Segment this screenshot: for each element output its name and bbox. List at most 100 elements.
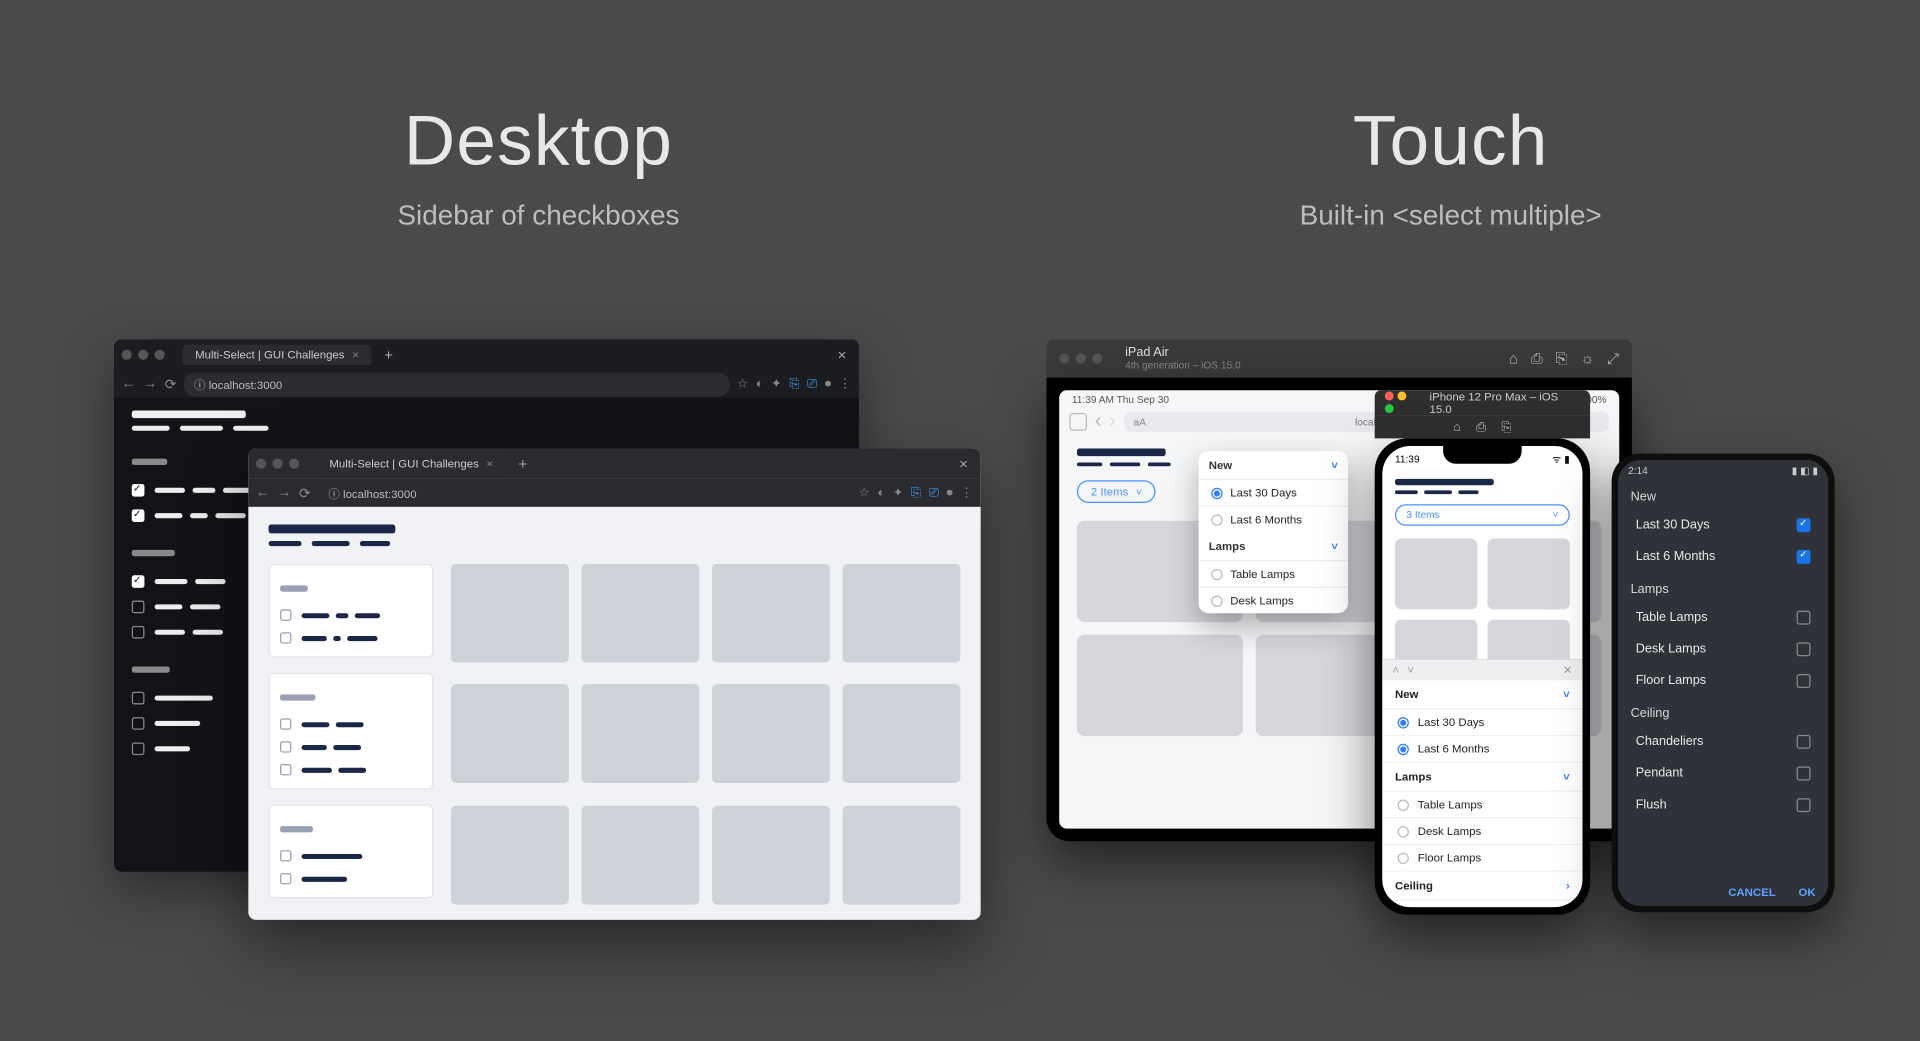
sheet-option[interactable]: Table Lamps [1382, 792, 1582, 819]
android-option[interactable]: Pendant [1618, 758, 1828, 790]
sim-share-icon[interactable]: ⎘ [1501, 420, 1511, 434]
product-card[interactable] [582, 805, 700, 904]
window-close-icon[interactable]: × [832, 346, 851, 364]
tab-close-icon[interactable]: × [352, 348, 359, 361]
traffic-lights[interactable] [122, 350, 165, 360]
traffic-lights[interactable] [1059, 353, 1102, 363]
nav-back-icon[interactable]: ← [256, 485, 270, 500]
product-card[interactable] [843, 685, 961, 784]
new-tab-button[interactable]: + [513, 455, 532, 473]
filter-pill[interactable]: 3 Items˅ [1395, 504, 1570, 526]
product-card[interactable] [582, 564, 700, 663]
browser-tab[interactable]: Multi-Select | GUI Challenges × [182, 345, 371, 365]
android-group-header: New [1618, 480, 1828, 509]
new-tab-button[interactable]: + [379, 346, 398, 364]
sheet-group-header[interactable]: New˅ [1382, 680, 1582, 709]
checkbox-row[interactable] [280, 741, 422, 752]
android-option[interactable]: Flush [1618, 789, 1828, 821]
checkbox-row[interactable] [280, 764, 422, 775]
checkbox-row[interactable] [280, 609, 422, 620]
android-option[interactable]: Floor Lamps [1618, 665, 1828, 697]
product-card[interactable] [843, 805, 961, 904]
toolbar-icon[interactable]: ☆ [859, 486, 870, 500]
sim-screenshot-icon[interactable]: ⎙ [1531, 349, 1543, 368]
text-size-icon[interactable]: aA [1134, 416, 1146, 427]
android-option[interactable]: Last 30 Days [1618, 509, 1828, 541]
nav-forward-icon[interactable]: → [143, 376, 157, 391]
sheet-group-header[interactable]: Lamps˅ [1382, 763, 1582, 792]
traffic-lights[interactable] [256, 459, 299, 469]
sheet-option[interactable]: Last 6 Months [1382, 736, 1582, 763]
android-option[interactable]: Desk Lamps [1618, 634, 1828, 666]
sheet-option[interactable]: Floor Lamps [1382, 845, 1582, 872]
nav-back-icon[interactable]: ← [122, 376, 136, 391]
product-card[interactable] [712, 685, 830, 784]
checkbox-row[interactable] [280, 632, 422, 643]
toolbar-icon[interactable]: ☆ [737, 377, 748, 391]
sim-rotate-icon[interactable]: ⎘ [1556, 349, 1568, 368]
toolbar-icon[interactable]: ✦ [771, 377, 782, 391]
popover-option[interactable]: Last 30 Days [1199, 479, 1349, 506]
product-card[interactable] [712, 805, 830, 904]
android-ok-button[interactable]: OK [1799, 886, 1816, 899]
product-card[interactable] [1077, 635, 1243, 736]
toolbar-menu-icon[interactable]: ⋮ [960, 486, 973, 500]
site-info-icon[interactable]: ⓘ [194, 378, 205, 391]
url-field[interactable]: ⓘ localhost:3000 [184, 372, 729, 396]
sim-home-icon[interactable]: ⌂ [1509, 350, 1518, 368]
sim-appearance-icon[interactable]: ☼ [1580, 350, 1594, 368]
site-info-icon[interactable]: ⓘ [328, 487, 339, 500]
sim-home-icon[interactable]: ⌂ [1453, 420, 1461, 434]
toolbar-icon[interactable]: ⎚ [929, 486, 939, 500]
sheet-close-icon[interactable]: ✕ [1563, 663, 1573, 677]
nav-reload-icon[interactable]: ⟳ [165, 376, 177, 392]
sim-expand-icon[interactable]: ⤢ [1607, 349, 1619, 368]
toolbar-icon[interactable]: ✦ [893, 486, 904, 500]
checkbox-row[interactable] [280, 873, 422, 884]
nav-forward-icon[interactable]: → [277, 485, 291, 500]
product-card[interactable] [712, 564, 830, 663]
product-card[interactable] [451, 564, 569, 663]
filter-pill[interactable]: 2 Items˅ [1077, 480, 1156, 503]
toolbar-icon[interactable]: ◐ [756, 377, 764, 391]
sheet-nav-arrows[interactable]: ˄ ˅ [1392, 664, 1416, 677]
window-close-icon[interactable]: × [954, 455, 973, 473]
toolbar-icon[interactable]: ◐ [877, 486, 885, 500]
nav-back-icon[interactable]: ‹ [1095, 411, 1102, 434]
toolbar-icon[interactable]: ⏺ [825, 377, 831, 391]
toolbar-icon[interactable]: ⎘ [789, 377, 799, 391]
product-card[interactable] [451, 805, 569, 904]
popover-option[interactable]: Desk Lamps [1199, 587, 1349, 614]
popover-group-header[interactable]: New˅ [1199, 451, 1349, 479]
popover-option[interactable]: Table Lamps [1199, 560, 1349, 587]
tab-close-icon[interactable]: × [486, 457, 493, 470]
sheet-group-header[interactable]: By Room› [1382, 901, 1582, 907]
sheet-group-header[interactable]: Ceiling› [1382, 872, 1582, 901]
sim-screenshot-icon[interactable]: ⎙ [1476, 420, 1486, 434]
popover-group-header[interactable]: Lamps˅ [1199, 532, 1349, 560]
android-option[interactable]: Table Lamps [1618, 602, 1828, 634]
checkbox-row[interactable] [280, 850, 422, 861]
android-option[interactable]: Chandeliers [1618, 726, 1828, 758]
url-field[interactable]: ⓘ localhost:3000 [318, 481, 851, 505]
toolbar-icon[interactable]: ⎚ [807, 377, 817, 391]
product-card[interactable] [1395, 538, 1477, 609]
android-option[interactable]: Last 6 Months [1618, 541, 1828, 573]
popover-option[interactable]: Last 6 Months [1199, 506, 1349, 533]
product-card[interactable] [451, 685, 569, 784]
toolbar-menu-icon[interactable]: ⋮ [839, 377, 852, 391]
toolbar-icon[interactable]: ⎘ [911, 486, 921, 500]
browser-tab[interactable]: Multi-Select | GUI Challenges × [317, 454, 506, 474]
toolbar-icon[interactable]: ⏺ [946, 486, 952, 500]
android-cancel-button[interactable]: CANCEL [1728, 886, 1776, 899]
sidebar-toggle-icon[interactable] [1069, 413, 1087, 431]
product-card[interactable] [843, 564, 961, 663]
product-card[interactable] [1487, 538, 1569, 609]
sheet-option[interactable]: Desk Lamps [1382, 818, 1582, 845]
sheet-option[interactable]: Last 30 Days [1382, 710, 1582, 737]
ios-select-popover[interactable]: New˅ Last 30 Days Last 6 Months Lamps˅ T… [1199, 451, 1349, 613]
checkbox-row[interactable] [280, 718, 422, 729]
product-card[interactable] [582, 685, 700, 784]
nav-reload-icon[interactable]: ⟳ [299, 485, 311, 501]
ios-select-sheet[interactable]: ˄ ˅ ✕ New˅ Last 30 Days Last 6 Months La… [1382, 659, 1582, 907]
